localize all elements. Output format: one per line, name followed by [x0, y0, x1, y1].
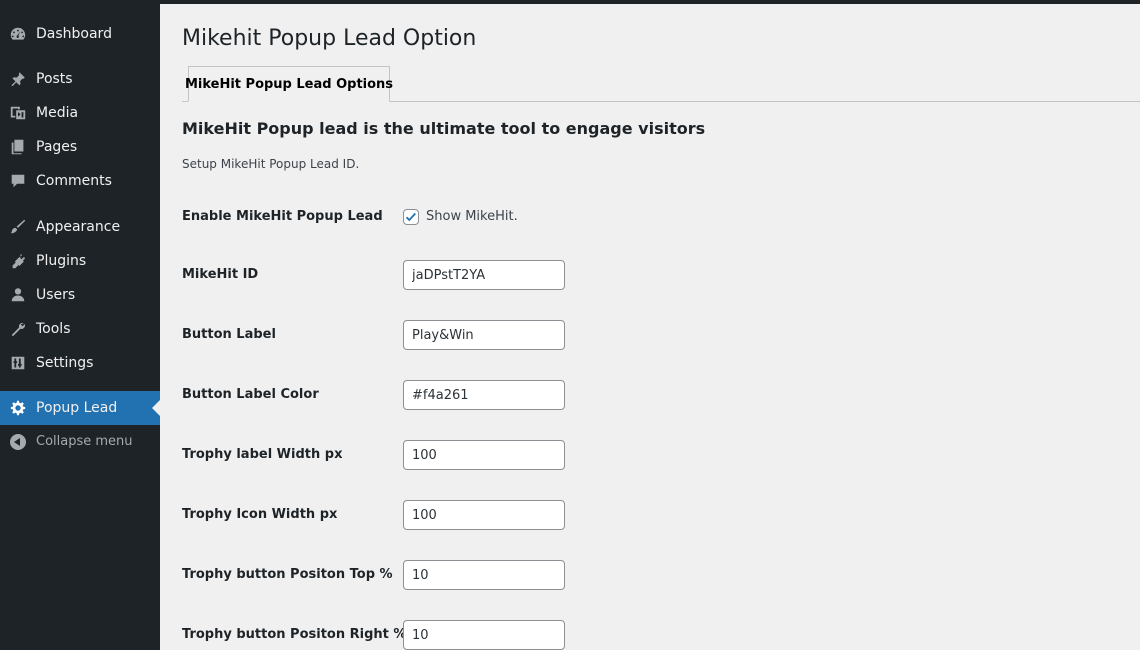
dashboard-icon — [0, 17, 36, 51]
wrench-icon — [0, 312, 36, 346]
button-label-color-input[interactable] — [403, 380, 565, 410]
plug-icon — [0, 244, 36, 278]
section-title: MikeHit Popup lead is the ultimate tool … — [182, 119, 706, 138]
tab-options[interactable]: MikeHit Popup Lead Options — [185, 66, 393, 102]
mikehit-id-label: MikeHit ID — [182, 267, 259, 282]
sidebar-item-posts[interactable]: Posts — [0, 62, 160, 96]
sidebar-item-label: Pages — [36, 139, 78, 155]
sidebar-item-label: Posts — [36, 71, 73, 87]
button-label-input[interactable] — [403, 320, 565, 350]
sidebar-item-label: Dashboard — [36, 26, 112, 42]
admin-sidebar: Dashboard Posts Media Pages Comments App… — [0, 0, 160, 650]
sidebar-item-label: Appearance — [36, 219, 121, 235]
sidebar-item-media[interactable]: Media — [0, 96, 160, 130]
admin-bar — [0, 0, 1140, 4]
comment-icon — [0, 164, 36, 198]
sidebar-item-pages[interactable]: Pages — [0, 130, 160, 164]
button-label-label: Button Label — [182, 327, 276, 342]
gear-icon — [0, 391, 36, 425]
sidebar-item-popup-lead[interactable]: Popup Lead — [0, 391, 160, 425]
sidebar-item-settings[interactable]: Settings — [0, 346, 160, 380]
sidebar-item-label: Plugins — [36, 253, 87, 269]
trophy-icon-width-label: Trophy Icon Width px — [182, 507, 338, 522]
sidebar-item-label: Users — [36, 287, 76, 303]
checkmark-icon — [405, 212, 416, 222]
collapse-menu-label: Collapse menu — [36, 434, 133, 449]
enable-checkbox-row: Show MikeHit. — [403, 209, 518, 225]
sidebar-item-label: Comments — [36, 173, 112, 189]
brush-icon — [0, 210, 36, 244]
sidebar-item-comments[interactable]: Comments — [0, 164, 160, 198]
mikehit-id-input[interactable] — [403, 260, 565, 290]
trophy-position-top-label: Trophy button Positon Top % — [182, 567, 393, 582]
sidebar-item-label: Settings — [36, 355, 94, 371]
section-description: Setup MikeHit Popup Lead ID. — [182, 157, 360, 171]
trophy-position-right-input[interactable] — [403, 620, 565, 650]
sidebar-item-tools[interactable]: Tools — [0, 312, 160, 346]
media-icon — [0, 96, 36, 130]
trophy-label-width-input[interactable] — [403, 440, 565, 470]
sidebar-item-label: Media — [36, 105, 79, 121]
pin-icon — [0, 62, 36, 96]
sidebar-item-users[interactable]: Users — [0, 278, 160, 312]
settings-sliders-icon — [0, 346, 36, 380]
user-icon — [0, 278, 36, 312]
trophy-label-width-label: Trophy label Width px — [182, 447, 343, 462]
collapse-menu-button[interactable]: Collapse menu — [0, 425, 160, 459]
sidebar-item-label: Tools — [36, 321, 71, 337]
trophy-icon-width-input[interactable] — [403, 500, 565, 530]
sidebar-item-plugins[interactable]: Plugins — [0, 244, 160, 278]
sidebar-item-dashboard[interactable]: Dashboard — [0, 17, 160, 51]
button-label-color-label: Button Label Color — [182, 387, 319, 402]
collapse-icon — [0, 425, 36, 459]
trophy-position-top-input[interactable] — [403, 560, 565, 590]
enable-checkbox-label: Show MikeHit. — [426, 209, 518, 224]
pages-icon — [0, 130, 36, 164]
trophy-position-right-label: Trophy button Positon Right % — [182, 627, 407, 642]
sidebar-item-appearance[interactable]: Appearance — [0, 210, 160, 244]
sidebar-item-label: Popup Lead — [36, 400, 118, 416]
enable-checkbox[interactable] — [403, 209, 419, 225]
enable-label: Enable MikeHit Popup Lead — [182, 209, 383, 224]
page-title: Mikehit Popup Lead Option — [182, 26, 477, 51]
